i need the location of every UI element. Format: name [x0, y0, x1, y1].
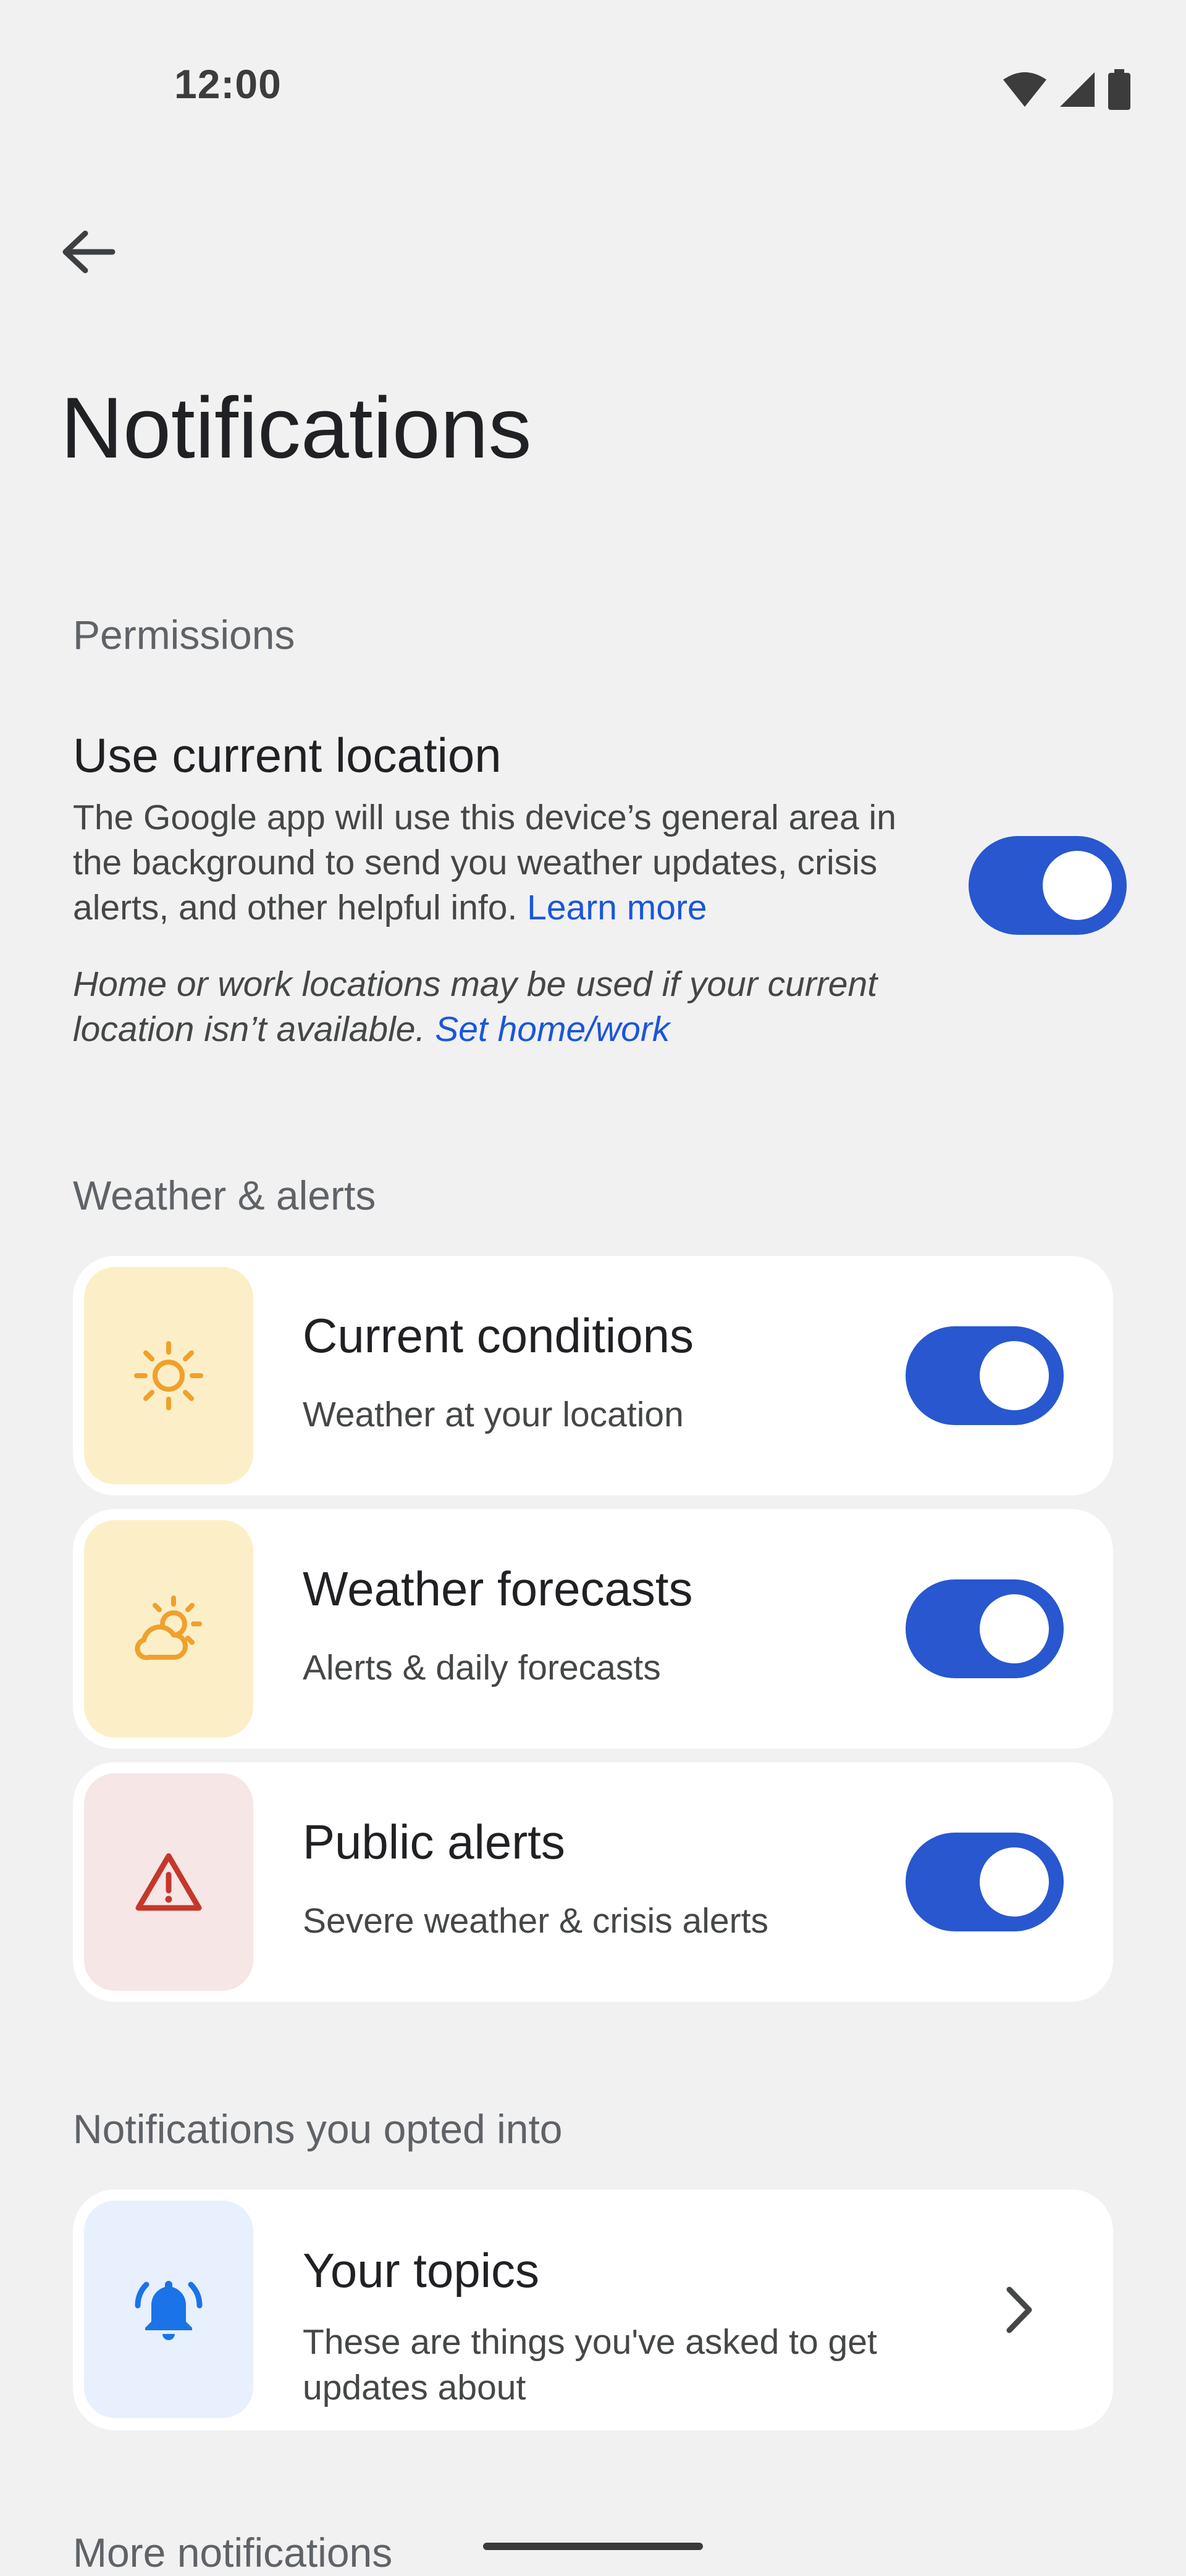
- battery-icon: [1108, 69, 1130, 110]
- use-location-description-text: The Google app will use this device’s ge…: [73, 798, 896, 927]
- weather-forecasts-toggle[interactable]: [906, 1579, 1064, 1678]
- your-topics-title: Your topics: [303, 2243, 540, 2298]
- weather-forecasts-icon-tile: [84, 1520, 253, 1738]
- public-alerts-toggle[interactable]: [906, 1833, 1064, 1931]
- warning-icon: [135, 1853, 202, 1911]
- public-alerts-icon-tile: [84, 1773, 253, 1991]
- current-conditions-toggle[interactable]: [906, 1326, 1064, 1425]
- section-more-notifications: More notifications: [73, 2530, 393, 2575]
- public-alerts-card[interactable]: Public alerts Severe weather & crisis al…: [73, 1762, 1113, 2002]
- use-location-description: The Google app will use this device’s ge…: [73, 795, 938, 930]
- toggle-knob: [980, 1341, 1049, 1410]
- section-opted-in: Notifications you opted into: [73, 2106, 563, 2152]
- bell-ringing-icon: [135, 2281, 203, 2340]
- section-permissions: Permissions: [73, 612, 295, 658]
- home-indicator[interactable]: [483, 2543, 703, 2550]
- cell-signal-icon: [1060, 72, 1095, 107]
- weather-forecasts-subtitle: Alerts & daily forecasts: [303, 1648, 661, 1687]
- arrow-back-icon: [62, 230, 116, 274]
- current-conditions-card[interactable]: Current conditions Weather at your locat…: [73, 1256, 1113, 1495]
- toggle-knob: [980, 1594, 1049, 1663]
- public-alerts-subtitle: Severe weather & crisis alerts: [303, 1901, 768, 1941]
- back-button[interactable]: [57, 222, 119, 284]
- current-conditions-icon-tile: [84, 1267, 253, 1484]
- page-title: Notifications: [61, 379, 532, 476]
- current-conditions-title: Current conditions: [303, 1308, 694, 1363]
- status-icons: [1002, 68, 1132, 111]
- wifi-icon: [1003, 72, 1046, 107]
- current-conditions-subtitle: Weather at your location: [303, 1395, 684, 1434]
- toggle-knob: [980, 1847, 1049, 1917]
- partly-cloudy-icon: [135, 1595, 202, 1660]
- your-topics-card[interactable]: Your topics These are things you've aske…: [73, 2189, 1113, 2430]
- your-topics-subtitle: These are things you've asked to get upd…: [303, 2322, 877, 2407]
- public-alerts-title: Public alerts: [303, 1815, 565, 1869]
- sun-icon: [134, 1341, 203, 1410]
- location-note: Home or work locations may be used if yo…: [73, 962, 938, 1052]
- toggle-knob: [1043, 851, 1112, 920]
- use-location-toggle[interactable]: [969, 836, 1127, 935]
- use-location-title: Use current location: [73, 728, 502, 782]
- section-weather-alerts: Weather & alerts: [73, 1173, 376, 1218]
- your-topics-icon-tile: [84, 2201, 253, 2418]
- learn-more-link[interactable]: Learn more: [527, 888, 707, 927]
- chevron-right-icon: [1006, 2286, 1032, 2333]
- status-time: 12:00: [174, 61, 282, 107]
- weather-forecasts-card[interactable]: Weather forecasts Alerts & daily forecas…: [73, 1509, 1113, 1749]
- weather-forecasts-title: Weather forecasts: [303, 1562, 693, 1616]
- set-home-work-link[interactable]: Set home/work: [435, 1010, 670, 1049]
